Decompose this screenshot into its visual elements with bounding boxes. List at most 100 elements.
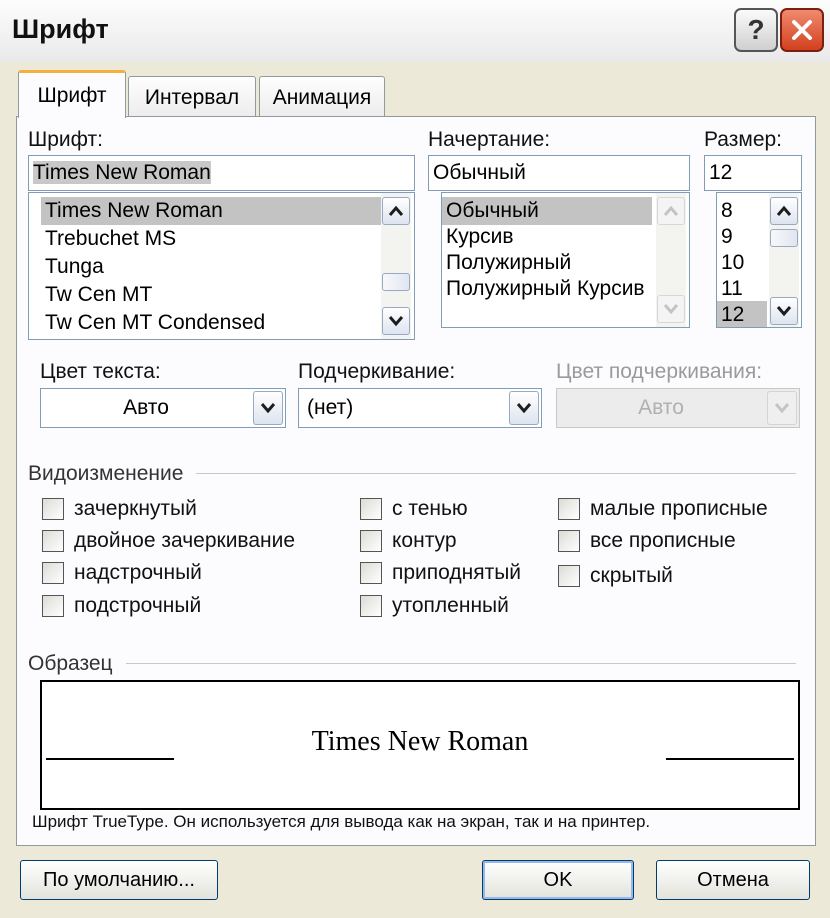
text-color-value: Авто bbox=[123, 396, 169, 419]
chevron-down-icon bbox=[516, 403, 532, 414]
subscript-label: подстрочный bbox=[74, 594, 202, 617]
help-button[interactable]: ? bbox=[734, 8, 778, 52]
preview-line-right bbox=[666, 758, 794, 760]
shadow-label: с тенью bbox=[392, 497, 468, 520]
list-item[interactable]: Курсив bbox=[442, 223, 514, 251]
list-item[interactable]: Полужирный bbox=[442, 249, 571, 277]
style-list-scrollbar[interactable] bbox=[656, 193, 686, 327]
scroll-down-button[interactable] bbox=[770, 297, 798, 325]
engrave-checkbox[interactable] bbox=[360, 595, 382, 617]
title-bar[interactable]: Шрифт ? bbox=[0, 0, 830, 63]
text-color-label: Цвет текста: bbox=[40, 360, 161, 383]
list-item[interactable]: Tw Cen MT Condensed bbox=[41, 309, 265, 337]
list-item[interactable]: 12 bbox=[717, 301, 767, 327]
tab-label: Интервал bbox=[144, 85, 240, 109]
tab-animation[interactable]: Анимация bbox=[259, 76, 385, 118]
size-label: Размер: bbox=[704, 128, 783, 151]
chevron-down-icon bbox=[774, 403, 790, 414]
hidden-label: скрытый bbox=[590, 564, 673, 587]
list-item[interactable]: Полужирный Курсив bbox=[442, 275, 645, 303]
shadow-checkbox[interactable] bbox=[360, 498, 382, 520]
small-caps-checkbox[interactable] bbox=[558, 498, 580, 520]
small-caps-label: малые прописные bbox=[590, 497, 768, 520]
tab-font[interactable]: Шрифт bbox=[18, 70, 126, 118]
double-strikethrough-label: двойное зачеркивание bbox=[74, 529, 296, 552]
preview-box: Times New Roman bbox=[40, 680, 800, 810]
chevron-up-icon bbox=[388, 205, 404, 216]
scroll-down-button[interactable] bbox=[657, 295, 685, 323]
dropdown-button[interactable] bbox=[253, 391, 283, 425]
emboss-checkbox[interactable] bbox=[360, 562, 382, 584]
dropdown-button[interactable] bbox=[509, 391, 539, 425]
scroll-thumb[interactable] bbox=[770, 229, 798, 247]
button-label: Отмена bbox=[697, 868, 769, 891]
list-item[interactable]: Tw Cen MT bbox=[41, 281, 152, 309]
chevron-up-icon bbox=[776, 205, 792, 216]
close-button[interactable] bbox=[780, 8, 824, 52]
list-item[interactable]: 10 bbox=[717, 249, 744, 277]
style-list[interactable]: Обычный Курсив Полужирный Полужирный Кур… bbox=[441, 192, 690, 328]
subscript-checkbox[interactable] bbox=[42, 595, 64, 617]
strikethrough-checkbox[interactable] bbox=[42, 498, 64, 520]
help-icon: ? bbox=[747, 14, 765, 45]
chevron-down-icon bbox=[260, 403, 276, 414]
chevron-up-icon bbox=[663, 205, 679, 216]
effects-divider bbox=[196, 473, 796, 474]
font-list[interactable]: Times New Roman Trebuchet MS Tunga Tw Ce… bbox=[28, 192, 415, 340]
all-caps-checkbox[interactable] bbox=[558, 530, 580, 552]
list-item[interactable]: 8 bbox=[717, 197, 733, 225]
style-label: Начертание: bbox=[428, 128, 551, 151]
underline-color-value: Авто bbox=[638, 396, 684, 419]
scroll-up-button[interactable] bbox=[770, 197, 798, 225]
style-input[interactable]: Обычный bbox=[428, 155, 690, 191]
cancel-button[interactable]: Отмена bbox=[656, 860, 810, 900]
size-input[interactable]: 12 bbox=[704, 155, 802, 191]
double-strikethrough-checkbox[interactable] bbox=[42, 530, 64, 552]
size-list-scrollbar[interactable] bbox=[769, 193, 799, 327]
preview-text: Times New Roman bbox=[311, 726, 529, 757]
emboss-label: приподнятый bbox=[392, 561, 522, 584]
tab-spacing[interactable]: Интервал bbox=[128, 76, 256, 118]
scroll-thumb[interactable] bbox=[382, 273, 410, 291]
outline-label: контур bbox=[392, 529, 457, 552]
list-item[interactable]: Tunga bbox=[41, 253, 104, 281]
chevron-down-icon bbox=[663, 304, 679, 315]
dropdown-button[interactable] bbox=[767, 391, 797, 425]
text-color-select[interactable]: Авто bbox=[40, 388, 286, 428]
dialog-body: Шрифт Интервал Анимация Шрифт: Times New… bbox=[0, 62, 830, 918]
underline-color-label: Цвет подчеркивания: bbox=[556, 360, 763, 383]
ok-button[interactable]: OK bbox=[482, 860, 634, 900]
underline-color-select[interactable]: Авто bbox=[556, 388, 800, 428]
list-item[interactable]: Trebuchet MS bbox=[41, 225, 176, 253]
set-default-button[interactable]: По умолчанию... bbox=[20, 860, 218, 900]
hidden-checkbox[interactable] bbox=[558, 565, 580, 587]
font-label: Шрифт: bbox=[28, 128, 103, 151]
button-label: OK bbox=[543, 868, 573, 891]
list-item[interactable]: 11 bbox=[717, 275, 743, 303]
button-label: По умолчанию... bbox=[43, 868, 195, 891]
chevron-down-icon bbox=[388, 316, 404, 327]
all-caps-label: все прописные bbox=[590, 529, 736, 552]
font-list-scrollbar[interactable] bbox=[381, 193, 411, 339]
underline-select[interactable]: (нет) bbox=[298, 388, 542, 428]
scroll-up-button[interactable] bbox=[382, 197, 410, 225]
list-item[interactable]: Обычный bbox=[442, 197, 652, 225]
strikethrough-label: зачеркнутый bbox=[74, 497, 197, 520]
font-dialog: Шрифт ? Шрифт Интервал Анимация Шрифт: T… bbox=[0, 0, 830, 918]
size-list[interactable]: 8 9 10 11 12 bbox=[716, 192, 802, 328]
superscript-checkbox[interactable] bbox=[42, 562, 64, 584]
effects-title: Видоизменение bbox=[28, 462, 184, 485]
scroll-up-button[interactable] bbox=[657, 197, 685, 225]
window-title: Шрифт bbox=[12, 14, 109, 44]
scroll-down-button[interactable] bbox=[382, 307, 410, 335]
preview-title: Образец bbox=[28, 652, 113, 675]
list-item[interactable]: Times New Roman bbox=[41, 197, 381, 225]
list-item[interactable]: 9 bbox=[717, 223, 733, 251]
preview-line-left bbox=[46, 758, 174, 760]
chevron-down-icon bbox=[776, 306, 792, 317]
size-value: 12 bbox=[709, 161, 733, 184]
underline-value: (нет) bbox=[307, 396, 354, 419]
outline-checkbox[interactable] bbox=[360, 530, 382, 552]
font-name-input[interactable]: Times New Roman bbox=[28, 155, 415, 191]
engrave-label: утопленный bbox=[392, 594, 509, 617]
